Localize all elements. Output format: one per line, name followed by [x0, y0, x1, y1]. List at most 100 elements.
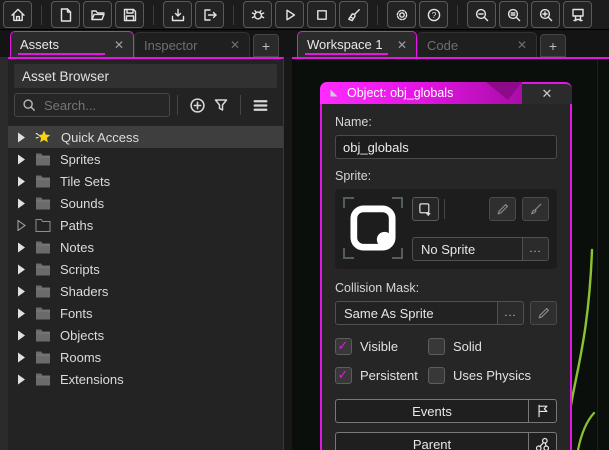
persistent-checkbox[interactable]: Persistent — [335, 367, 428, 384]
home-button[interactable] — [3, 1, 32, 28]
gamemaker-window: ? Assets ✕ Inspector ✕ + Workspace 1 ✕ C… — [0, 0, 609, 450]
uses-physics-checkbox[interactable]: Uses Physics — [428, 367, 557, 384]
sprite-dropdown[interactable]: No Sprite ... — [412, 237, 549, 261]
search-box[interactable] — [14, 93, 170, 117]
new-project-button[interactable] — [51, 1, 80, 28]
collision-mask-dropdown[interactable]: Same As Sprite ... — [335, 301, 524, 325]
tree-item-label: Scripts — [60, 261, 100, 277]
sprite-browse-button[interactable]: ... — [523, 237, 549, 261]
tree-item-sounds[interactable]: Sounds — [8, 192, 283, 214]
debug-button[interactable] — [243, 1, 272, 28]
chevron-right-icon[interactable] — [17, 286, 26, 297]
tab-assets[interactable]: Assets ✕ — [10, 31, 134, 57]
filter-button[interactable] — [209, 93, 233, 117]
close-icon[interactable]: ✕ — [397, 38, 407, 52]
workspace: Object: obj_globals ✕ Name: Sprite: — [292, 57, 609, 450]
tree-item-label: Quick Access — [61, 129, 140, 145]
dock-edge-strip — [0, 57, 8, 450]
zoom-out-button[interactable] — [467, 1, 496, 28]
chevron-right-icon[interactable] — [17, 308, 26, 319]
browser-menu-button[interactable] — [248, 93, 272, 117]
sprite-dropdown-value[interactable]: No Sprite — [412, 237, 523, 261]
dock-tabs-left: Assets ✕ Inspector ✕ + — [10, 31, 279, 57]
asset-browser-header: Asset Browser — [14, 64, 277, 88]
chevron-right-icon[interactable] — [17, 176, 26, 187]
settings-button[interactable] — [387, 1, 416, 28]
search-input[interactable] — [42, 96, 156, 114]
chevron-right-icon[interactable] — [17, 330, 26, 341]
open-project-button[interactable] — [83, 1, 112, 28]
tree-item-paths[interactable]: Paths — [8, 214, 283, 236]
edit-collision-mask-button[interactable] — [530, 301, 557, 325]
close-icon[interactable]: ✕ — [230, 38, 240, 52]
chevron-right-icon[interactable] — [17, 374, 26, 385]
folder-icon — [36, 241, 50, 253]
tree-item-scripts[interactable]: Scripts — [8, 258, 283, 280]
collapse-icon[interactable] — [329, 88, 339, 98]
create-asset-button[interactable] — [185, 93, 209, 117]
checkbox-icon[interactable] — [428, 367, 445, 384]
zoom-reset-button[interactable] — [499, 1, 528, 28]
edit-sprite-button[interactable] — [489, 197, 516, 221]
tree-item-sprites[interactable]: Sprites — [8, 148, 283, 170]
save-project-button[interactable] — [115, 1, 144, 28]
tree-item-fonts[interactable]: Fonts — [8, 302, 283, 324]
chevron-right-icon[interactable] — [17, 154, 26, 165]
parent-button[interactable]: Parent — [335, 432, 557, 450]
tree-item-label: Sprites — [60, 151, 101, 167]
tree-item-objects[interactable]: Objects — [8, 324, 283, 346]
tab-label: Inspector — [144, 37, 198, 53]
tab-workspace-1[interactable]: Workspace 1 ✕ — [297, 31, 417, 57]
tree-item-notes[interactable]: Notes — [8, 236, 283, 258]
stop-button[interactable] — [307, 1, 336, 28]
chevron-right-icon[interactable] — [17, 352, 26, 363]
tab-inspector[interactable]: Inspector ✕ — [134, 32, 250, 57]
collision-mask-value[interactable]: Same As Sprite — [335, 301, 498, 325]
tree-item-extensions[interactable]: Extensions — [8, 368, 283, 390]
import-icon — [171, 8, 184, 21]
target-device-icon — [571, 8, 584, 21]
chevron-right-icon[interactable] — [17, 264, 26, 275]
name-field[interactable] — [335, 135, 557, 159]
chevron-right-icon[interactable] — [17, 219, 26, 231]
tab-label: Workspace 1 — [307, 37, 383, 52]
chevron-right-icon[interactable] — [17, 198, 26, 209]
solid-checkbox[interactable]: Solid — [428, 338, 557, 355]
object-window-titlebar[interactable]: Object: obj_globals ✕ — [320, 82, 572, 104]
bracket-corner — [392, 197, 403, 208]
chevron-right-icon[interactable] — [17, 242, 26, 253]
checkbox-icon[interactable] — [335, 338, 352, 355]
bug-icon — [251, 9, 264, 20]
tree-item-label: Fonts — [60, 305, 93, 321]
close-icon[interactable]: ✕ — [114, 38, 124, 52]
help-button[interactable]: ? — [419, 1, 448, 28]
checkbox-icon[interactable] — [335, 367, 352, 384]
import-resources-button[interactable] — [163, 1, 192, 28]
visible-checkbox[interactable]: Visible — [335, 338, 428, 355]
clean-button[interactable] — [339, 1, 368, 28]
name-input[interactable] — [336, 138, 556, 156]
run-button[interactable] — [275, 1, 304, 28]
target-device-button[interactable] — [563, 1, 592, 28]
add-dock-tab-button[interactable]: + — [253, 34, 279, 57]
tree-item-tile-sets[interactable]: Tile Sets — [8, 170, 283, 192]
new-sprite-button[interactable] — [412, 197, 439, 221]
chevron-right-icon[interactable] — [17, 132, 26, 143]
checkbox-icon[interactable] — [428, 338, 445, 355]
tree-item-shaders[interactable]: Shaders — [8, 280, 283, 302]
zoom-in-button[interactable] — [531, 1, 560, 28]
tree-item-quick-access[interactable]: Quick Access — [8, 126, 283, 148]
main-area: Asset Browser Search... Quick Access Spr… — [0, 57, 609, 450]
export-resources-button[interactable] — [195, 1, 224, 28]
tree-item-rooms[interactable]: Rooms — [8, 346, 283, 368]
close-icon[interactable]: ✕ — [542, 86, 553, 102]
star-icon — [35, 130, 51, 143]
events-button[interactable]: Events — [335, 399, 557, 423]
collision-browse-button[interactable]: ... — [498, 301, 524, 325]
edit-image-button[interactable] — [522, 197, 549, 221]
sprite-thumbnail[interactable] — [343, 197, 403, 259]
close-icon[interactable]: ✕ — [517, 38, 527, 52]
add-workspace-button[interactable]: + — [540, 34, 566, 57]
object-editor-body: Name: Sprite: — [320, 104, 572, 450]
tab-code[interactable]: Code ✕ — [417, 32, 537, 57]
